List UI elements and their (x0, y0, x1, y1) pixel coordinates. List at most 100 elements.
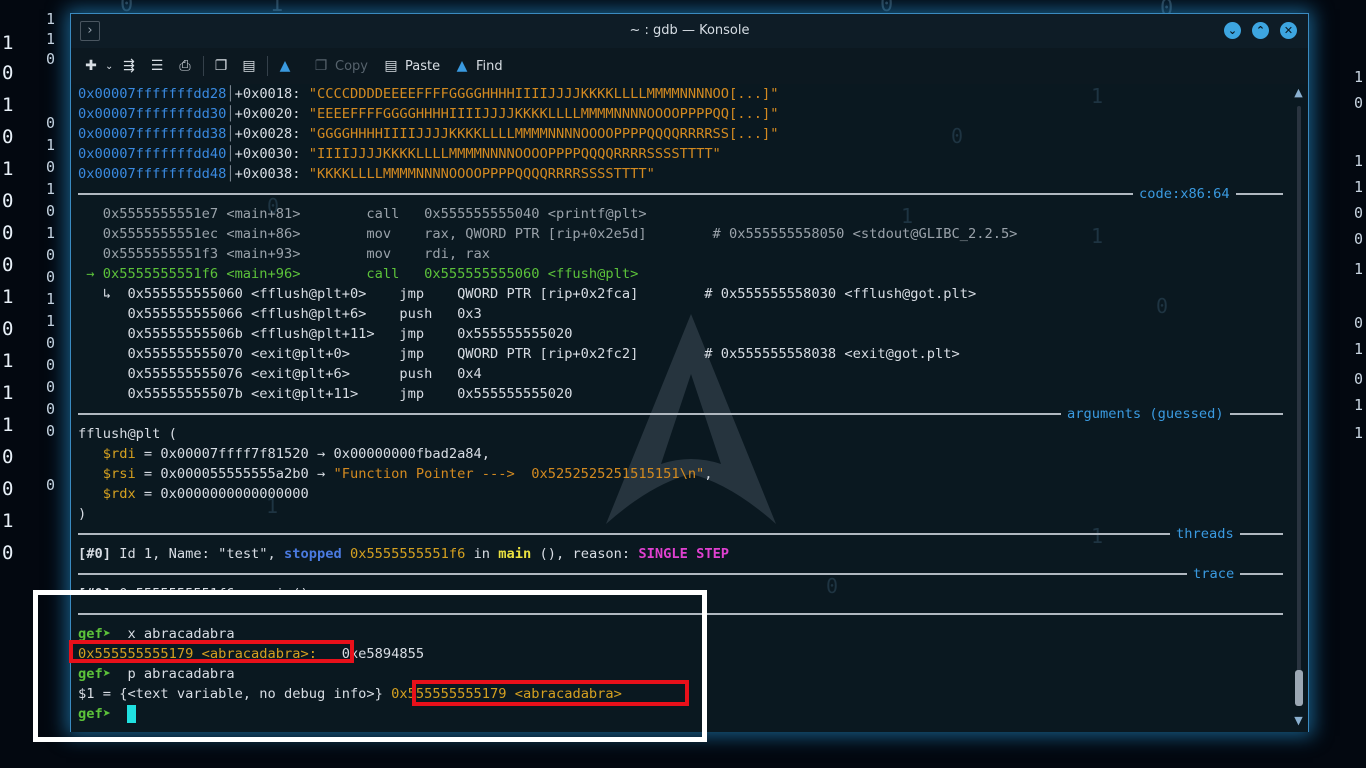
arg-rdx: $rdx = 0x0000000000000000 (78, 486, 309, 502)
section-divider (78, 533, 1283, 535)
paste-label: Paste (405, 58, 441, 74)
background-digit: 0 (46, 246, 56, 264)
background-digit: 0 (826, 574, 839, 598)
code-line: 0x5555555551ec <main+86> mov rax, QWORD … (78, 226, 1018, 242)
background-digit: 0 (46, 334, 56, 352)
scroll-up-icon[interactable]: ▲ (1293, 86, 1304, 99)
background-digit: 1 (46, 180, 56, 198)
background-digit: 0 (46, 422, 56, 440)
stack-line: 0x00007fffffffdd40│+0x0030: "IIIIJJJJKKK… (78, 146, 721, 162)
code-line: 0x55555555506b <fflush@plt+11> jmp 0x555… (78, 326, 573, 342)
background-digit: 0 (2, 254, 14, 276)
find-icon: ▲ (456, 58, 468, 74)
background-digit: 0 (1156, 294, 1169, 318)
background-digit: 0 (46, 50, 56, 68)
code-line: 0x555555555070 <exit@plt+0> jmp QWORD PT… (78, 346, 960, 362)
stack-line: 0x00007fffffffdd30│+0x0020: "EEEEFFFFGGG… (78, 106, 779, 122)
background-digit: 0 (2, 190, 14, 212)
background-digit: 0 (46, 158, 56, 176)
new-tab-button[interactable]: ✚ ⌄ (83, 57, 113, 75)
toolbar-separator (267, 56, 268, 76)
print-button[interactable]: ⎙ (177, 57, 193, 75)
copy-icon: ❐ (314, 58, 328, 74)
toolbar-separator (203, 56, 204, 76)
code-line: 0x55555555507b <exit@plt+11> jmp 0x55555… (78, 386, 573, 402)
background-digit: 1 (46, 290, 56, 308)
background-digit: 0 (951, 124, 964, 148)
window-title: ~ : gdb — Konsole (629, 23, 750, 38)
arg-rsi: $rsi = 0x000055555555a2b0 → "Function Po… (78, 466, 713, 482)
annotation-red-box (69, 640, 354, 663)
background-digit: 1 (1354, 424, 1364, 442)
clipboard-button[interactable]: ▤ (241, 57, 257, 75)
background-digit: 0 (46, 268, 56, 286)
scroll-down-icon[interactable]: ▼ (1293, 714, 1304, 727)
background-digit: 1 (2, 94, 14, 116)
split-view-button[interactable]: ⇶ (121, 57, 137, 75)
chevron-down-icon: ⌄ (105, 60, 114, 72)
maximize-button[interactable]: ⌃ (1252, 22, 1269, 39)
code-line: 0x555555555076 <exit@plt+6> push 0x4 (78, 366, 482, 382)
background-digit: 0 (2, 478, 14, 500)
layout-button[interactable]: ☰ (149, 57, 165, 75)
find-label: Find (476, 58, 503, 74)
stack-line: 0x00007fffffffdd38│+0x0028: "GGGGHHHHIII… (78, 126, 779, 142)
current-instruction-line: → 0x5555555551f6 <main+96> call 0x555555… (78, 266, 639, 282)
find-button[interactable]: ▲ Find (454, 57, 503, 75)
background-digit: 1 (1354, 68, 1364, 86)
arch-logo-icon: ▲ (279, 58, 291, 74)
title-bar[interactable]: › ~ : gdb — Konsole ⌄ ⌃ ✕ (71, 14, 1308, 48)
background-digit: 1 (2, 286, 14, 308)
background-digit: 0 (46, 356, 56, 374)
background-digit: 1 (1354, 260, 1364, 278)
background-digit: 0 (46, 378, 56, 396)
thread-line: [#0] Id 1, Name: "test", stopped 0x55555… (78, 546, 730, 562)
split-icon: ⇶ (123, 58, 135, 74)
background-digit: 1 (46, 10, 56, 28)
scrollbar-track[interactable] (1297, 106, 1301, 706)
print-icon: ⎙ (179, 58, 191, 74)
minimize-button[interactable]: ⌄ (1224, 22, 1241, 39)
threads-section-label: threads (1170, 524, 1240, 544)
background-digit: 0 (46, 202, 56, 220)
background-digit: 0 (46, 476, 56, 494)
background-digit: 0 (1354, 94, 1364, 112)
arch-menu-button[interactable]: ▲ (277, 57, 293, 75)
background-digit: 1 (2, 414, 14, 436)
stack-line: 0x00007fffffffdd48│+0x0038: "KKKKLLLLMMM… (78, 166, 655, 182)
vertical-scrollbar[interactable]: ▲ ▼ (1289, 84, 1308, 732)
scrollbar-thumb[interactable] (1295, 670, 1303, 706)
code-line: ↳ 0x555555555060 <fflush@plt+0> jmp QWOR… (78, 286, 977, 302)
paste-button[interactable]: ▤ Paste (383, 57, 440, 75)
background-digit: 1 (1091, 84, 1104, 108)
background-digit: 0 (46, 114, 56, 132)
plus-icon: ✚ (85, 58, 97, 74)
code-section-label: code:x86:64 (1133, 184, 1236, 204)
background-digit: 1 (46, 136, 56, 154)
background-digit: 1 (1091, 524, 1104, 548)
copy-button[interactable]: ❐ Copy (313, 57, 368, 75)
background-digit: 0 (2, 318, 14, 340)
arguments-section-label: arguments (guessed) (1061, 404, 1230, 424)
args-head: fflush@plt ( (78, 426, 177, 442)
background-digit: 1 (2, 510, 14, 532)
toolbar: ✚ ⌄ ⇶ ☰ ⎙ ❐ ▤ ▲ ❐ Copy ▤ Paste ▲ Find (71, 48, 1308, 84)
background-digit: 0 (2, 542, 14, 564)
copy-icon-button[interactable]: ❐ (213, 57, 229, 75)
background-digit: 1 (2, 350, 14, 372)
background-digit: 1 (46, 224, 56, 242)
copy-icon: ❐ (214, 58, 228, 74)
arg-rdi: $rdi = 0x00007ffff7f81520 → 0x00000000fb… (78, 446, 491, 462)
annotation-red-box (412, 680, 689, 706)
code-line: 0x5555555551e7 <main+81> call 0x55555555… (78, 206, 647, 222)
background-digit: 1 (2, 382, 14, 404)
background-digit: 1 (2, 32, 14, 54)
background-digit: 1 (1091, 224, 1104, 248)
background-digit: 0 (1354, 370, 1364, 388)
layout-icon: ☰ (150, 58, 164, 74)
background-digit: 1 (46, 30, 56, 48)
close-button[interactable]: ✕ (1280, 22, 1297, 39)
args-close: ) (78, 506, 87, 522)
background-digit: 1 (46, 312, 56, 330)
stack-line: 0x00007fffffffdd28│+0x0018: "CCCCDDDDEEE… (78, 86, 779, 102)
